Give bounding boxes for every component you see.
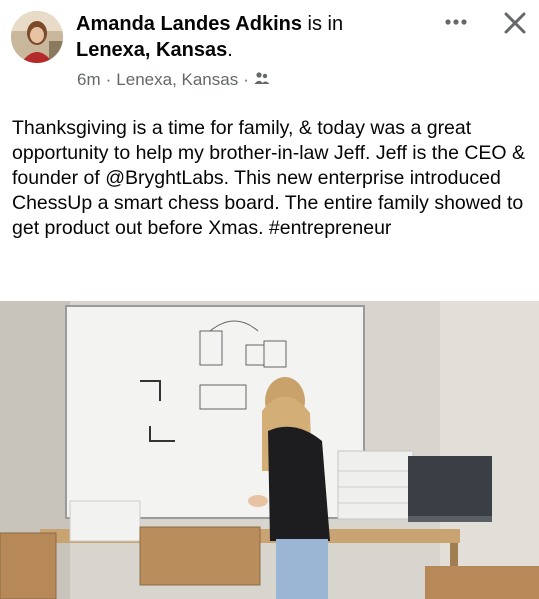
more-options-icon[interactable] — [440, 6, 472, 38]
post-photo[interactable] — [0, 301, 539, 599]
post-time[interactable]: 6m — [77, 70, 101, 90]
meta-separator-2: · — [243, 70, 249, 89]
post-meta: 6m · Lenexa, Kansas · — [77, 70, 270, 90]
meta-location[interactable]: Lenexa, Kansas — [116, 70, 238, 90]
location-period: . — [227, 39, 233, 61]
post-header: Amanda Landes Adkins is in Lenexa, Kansa… — [0, 0, 539, 100]
location-link[interactable]: Lenexa, Kansas — [76, 39, 227, 61]
post-text: Thanksgiving is a time for family, & tod… — [12, 117, 526, 239]
author-line: Amanda Landes Adkins is in Lenexa, Kansa… — [76, 11, 436, 63]
author-name[interactable]: Amanda Landes Adkins — [76, 13, 302, 35]
meta-separator: · — [105, 70, 112, 89]
avatar[interactable] — [11, 11, 63, 63]
close-icon[interactable] — [498, 6, 532, 40]
is-in-text: is in — [307, 13, 344, 35]
friends-icon[interactable] — [254, 70, 270, 90]
